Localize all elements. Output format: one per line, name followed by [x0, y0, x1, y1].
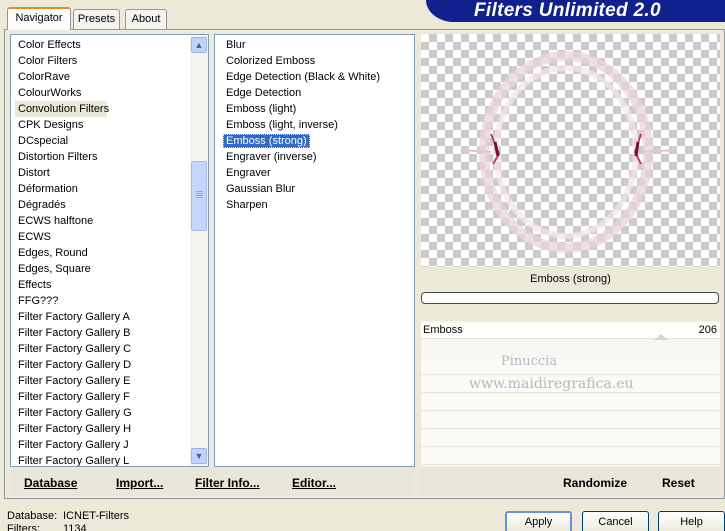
- reset-button[interactable]: Reset: [662, 476, 695, 490]
- filter-info-button[interactable]: Filter Info...: [195, 476, 260, 490]
- status-database: Database: ICNET-Filters: [7, 510, 129, 522]
- filter-item[interactable]: Edge Detection: [215, 85, 414, 101]
- filter-item[interactable]: Emboss (strong): [215, 133, 414, 149]
- category-item[interactable]: Color Effects: [11, 37, 191, 53]
- filter-item-label: Blur: [226, 39, 246, 51]
- category-item[interactable]: Filter Factory Gallery A: [11, 309, 191, 325]
- list-toolbar: Database Import... Filter Info... Editor…: [10, 468, 414, 496]
- category-item[interactable]: Edges, Square: [11, 261, 191, 277]
- category-item[interactable]: Filter Factory Gallery G: [11, 405, 191, 421]
- filter-item-label: Sharpen: [226, 199, 268, 211]
- param-value: 206: [698, 324, 717, 336]
- database-button[interactable]: Database: [24, 476, 77, 490]
- tab-navigator[interactable]: Navigator: [7, 7, 71, 30]
- category-item[interactable]: Distortion Filters: [11, 149, 191, 165]
- category-item[interactable]: Filter Factory Gallery L: [11, 453, 191, 466]
- category-item[interactable]: Filter Factory Gallery B: [11, 325, 191, 341]
- category-item[interactable]: Filter Factory Gallery H: [11, 421, 191, 437]
- status-filters-value: 1134: [63, 523, 87, 531]
- scroll-down-button[interactable]: ▼: [191, 448, 207, 464]
- watermark-name: Pinuccia: [501, 354, 558, 369]
- preview-filter-label: Emboss (strong): [530, 273, 611, 285]
- param-row-emboss[interactable]: Emboss 206: [421, 323, 720, 339]
- category-list[interactable]: Color Effects Color Filters ColorRave Colou…: [10, 34, 209, 467]
- category-item[interactable]: Filter Factory Gallery D: [11, 357, 191, 373]
- category-item[interactable]: Edges, Round: [11, 245, 191, 261]
- filter-list[interactable]: Blur Colorized Emboss Edge Detection (Blac…: [214, 34, 415, 467]
- editor-button[interactable]: Editor...: [292, 476, 336, 490]
- filter-item[interactable]: Engraver (inverse): [215, 149, 414, 165]
- category-item[interactable]: Color Filters: [11, 53, 191, 69]
- category-item[interactable]: ECWS: [11, 229, 191, 245]
- filter-item-label: Emboss (light): [226, 103, 297, 115]
- watermark-url: www.maidiregrafica.eu: [469, 376, 634, 392]
- emboss-preview-image: [460, 51, 677, 253]
- filter-item-label: Gaussian Blur: [226, 183, 296, 195]
- app-title-banner: Filters Unlimited 2.0: [426, 0, 725, 22]
- filter-item-label: Engraver: [226, 167, 271, 179]
- preview-toolbar: Randomize Reset: [421, 468, 720, 496]
- filter-item-label: Engraver (inverse): [226, 151, 317, 163]
- filter-item-label: Colorized Emboss: [226, 55, 316, 67]
- category-item[interactable]: ECWS halftone: [11, 213, 191, 229]
- category-item[interactable]: Distort: [11, 165, 191, 181]
- filter-item[interactable]: Blur: [215, 37, 414, 53]
- parameter-panel: Emboss 206 Pinuccia www.maidiregrafica.e…: [421, 321, 720, 466]
- category-item[interactable]: Filter Factory Gallery F: [11, 389, 191, 405]
- status-filters: Filters: 1134: [7, 523, 87, 531]
- import-button[interactable]: Import...: [116, 476, 163, 490]
- category-items: Color Effects Color Filters ColorRave Colou…: [11, 35, 191, 466]
- preview-canvas: [421, 34, 720, 267]
- scrollbar-thumb[interactable]: [191, 161, 207, 231]
- status-filters-label: Filters:: [7, 523, 40, 531]
- filter-item[interactable]: Sharpen: [215, 197, 414, 213]
- category-item[interactable]: Convolution Filters: [15, 101, 109, 117]
- randomize-button[interactable]: Randomize: [563, 476, 627, 490]
- param-name: Emboss: [423, 324, 463, 336]
- filter-item[interactable]: Emboss (light, inverse): [215, 117, 414, 133]
- help-button[interactable]: Help: [658, 511, 725, 531]
- param-row-empty: [421, 449, 720, 465]
- param-row-empty: [421, 395, 720, 411]
- status-database-label: Database:: [7, 510, 58, 522]
- filter-item-label: Edge Detection: [226, 87, 302, 99]
- category-item[interactable]: Filter Factory Gallery C: [11, 341, 191, 357]
- category-item[interactable]: Dégradés: [11, 197, 191, 213]
- filter-item[interactable]: Gaussian Blur: [215, 181, 414, 197]
- param-row-empty: [421, 359, 720, 375]
- filter-items: Blur Colorized Emboss Edge Detection (Blac…: [215, 35, 414, 213]
- param-row-empty: [421, 413, 720, 429]
- filter-item-label: Edge Detection (Black & White): [226, 71, 381, 83]
- category-item[interactable]: ColorRave: [11, 69, 191, 85]
- filter-item[interactable]: Emboss (light): [215, 101, 414, 117]
- filter-item[interactable]: Colorized Emboss: [215, 53, 414, 69]
- cancel-button[interactable]: Cancel: [582, 511, 649, 531]
- category-item[interactable]: Filter Factory Gallery J: [11, 437, 191, 453]
- tab-about[interactable]: About: [125, 9, 167, 29]
- category-item[interactable]: ColourWorks: [11, 85, 191, 101]
- progress-bar: [421, 292, 719, 304]
- scroll-up-button[interactable]: ▲: [191, 37, 207, 53]
- category-item[interactable]: CPK Designs: [11, 117, 191, 133]
- tab-presets[interactable]: Presets: [73, 9, 120, 29]
- slider-marker-icon: [654, 334, 668, 340]
- category-scrollbar[interactable]: ▲ ▼: [190, 35, 208, 466]
- filter-item[interactable]: Engraver: [215, 165, 414, 181]
- category-item[interactable]: Déformation: [11, 181, 191, 197]
- category-item[interactable]: FFG???: [11, 293, 191, 309]
- filter-item[interactable]: Edge Detection (Black & White): [215, 69, 414, 85]
- filter-item-label: Emboss (strong): [223, 134, 310, 148]
- param-row-empty: [421, 431, 720, 447]
- category-item[interactable]: Effects: [11, 277, 191, 293]
- apply-button[interactable]: Apply: [505, 511, 572, 531]
- status-database-value: ICNET-Filters: [63, 510, 129, 522]
- filter-item-label: Emboss (light, inverse): [226, 119, 338, 131]
- category-item[interactable]: Filter Factory Gallery E: [11, 373, 191, 389]
- category-item[interactable]: DCspecial: [11, 133, 191, 149]
